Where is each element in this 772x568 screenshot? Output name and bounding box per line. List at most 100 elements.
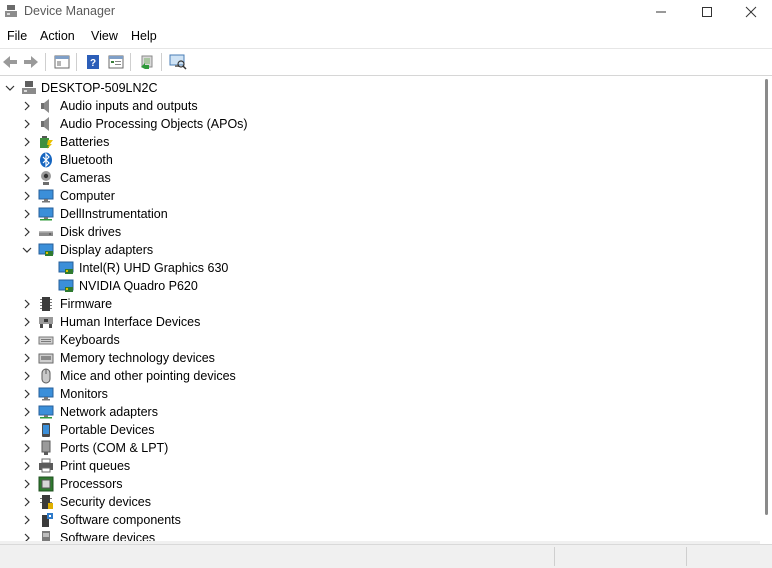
- toolbar-separator: [130, 53, 131, 71]
- chevron-right-icon[interactable]: [21, 496, 33, 508]
- tree-item-cameras[interactable]: Cameras: [0, 169, 760, 187]
- chevron-right-icon[interactable]: [21, 460, 33, 472]
- vertical-scrollbar[interactable]: [760, 77, 772, 543]
- tree-item-memory-technology[interactable]: Memory technology devices: [0, 349, 760, 367]
- menu-action[interactable]: Action: [38, 29, 77, 43]
- chevron-right-icon[interactable]: [21, 208, 33, 220]
- properties-icon: [108, 55, 124, 69]
- menu-view[interactable]: View: [89, 29, 120, 43]
- forward-button[interactable]: [22, 53, 40, 71]
- show-hide-console-tree-icon: [54, 55, 70, 69]
- tree-item-software-devices[interactable]: Software devices: [0, 529, 760, 541]
- tree-item-network-adapters[interactable]: Network adapters: [0, 403, 760, 421]
- battery-icon: [40, 136, 53, 149]
- chevron-right-icon[interactable]: [21, 406, 33, 418]
- portable-device-icon: [42, 423, 50, 437]
- toolbar-separator: [45, 53, 46, 71]
- close-button[interactable]: [728, 0, 772, 24]
- tree-item-print-queues[interactable]: Print queues: [0, 457, 760, 475]
- monitor-icon: [38, 387, 54, 401]
- speaker-icon: [41, 117, 49, 131]
- tree-item-software-components[interactable]: Software components: [0, 511, 760, 529]
- scan-hardware-button[interactable]: [169, 53, 187, 71]
- tree-item-batteries[interactable]: Batteries: [0, 133, 760, 151]
- computer-icon: [38, 189, 54, 203]
- maximize-button[interactable]: [684, 0, 730, 24]
- chevron-down-icon[interactable]: [4, 82, 16, 94]
- chevron-right-icon[interactable]: [21, 136, 33, 148]
- chevron-right-icon[interactable]: [21, 334, 33, 346]
- chevron-right-icon[interactable]: [21, 154, 33, 166]
- forward-arrow-icon: [24, 56, 38, 68]
- chevron-right-icon[interactable]: [21, 172, 33, 184]
- tree-item-hid[interactable]: Human Interface Devices: [0, 313, 760, 331]
- chevron-right-icon[interactable]: [21, 442, 33, 454]
- tree-child-nvidia-quadro[interactable]: NVIDIA Quadro P620: [0, 277, 760, 295]
- chevron-right-icon[interactable]: [21, 226, 33, 238]
- device-tree: DESKTOP-509LN2C Audio inputs and outputs…: [0, 77, 760, 541]
- display-adapter-icon: [38, 243, 54, 256]
- scrollbar-thumb[interactable]: [765, 79, 768, 515]
- tree-item-disk-drives[interactable]: Disk drives: [0, 223, 760, 241]
- tree-item-label: DellInstrumentation: [60, 207, 168, 221]
- tree-item-computer[interactable]: Computer: [0, 187, 760, 205]
- chevron-right-icon[interactable]: [21, 352, 33, 364]
- show-hide-console-tree-button[interactable]: [53, 53, 71, 71]
- menu-file[interactable]: File: [5, 29, 29, 43]
- chevron-right-icon[interactable]: [21, 118, 33, 130]
- help-button[interactable]: ?: [84, 53, 102, 71]
- tree-item-label: Software components: [60, 513, 181, 527]
- software-component-icon: [42, 513, 53, 527]
- tree-item-security-devices[interactable]: Security devices: [0, 493, 760, 511]
- tree-item-audio-processing[interactable]: Audio Processing Objects (APOs): [0, 115, 760, 133]
- chevron-right-icon[interactable]: [21, 532, 33, 541]
- tree-item-label: Memory technology devices: [60, 351, 215, 365]
- minimize-button[interactable]: [638, 0, 684, 24]
- software-device-icon: [42, 531, 50, 541]
- tree-item-label: Ports (COM & LPT): [60, 441, 169, 455]
- update-driver-icon: [141, 55, 153, 69]
- chevron-right-icon[interactable]: [21, 388, 33, 400]
- chevron-right-icon[interactable]: [21, 190, 33, 202]
- tree-item-processors[interactable]: Processors: [0, 475, 760, 493]
- keyboard-icon: [38, 336, 54, 345]
- tree-child-intel-graphics[interactable]: Intel(R) UHD Graphics 630: [0, 259, 760, 277]
- chevron-right-icon[interactable]: [21, 298, 33, 310]
- tree-item-label: Audio inputs and outputs: [60, 99, 198, 113]
- chevron-right-icon[interactable]: [21, 478, 33, 490]
- disk-drive-icon: [39, 231, 53, 236]
- camera-icon: [41, 171, 51, 185]
- chip-icon: [40, 297, 52, 311]
- chevron-right-icon[interactable]: [21, 370, 33, 382]
- maximize-icon: [702, 7, 712, 17]
- help-icon: ?: [87, 55, 99, 69]
- tree-item-display-adapters[interactable]: Display adapters: [0, 241, 760, 259]
- tree-item-ports[interactable]: Ports (COM & LPT): [0, 439, 760, 457]
- security-device-icon: [40, 495, 53, 509]
- chevron-right-icon[interactable]: [21, 424, 33, 436]
- chevron-right-icon[interactable]: [21, 316, 33, 328]
- tree-item-label: Monitors: [60, 387, 108, 401]
- monitor-network-icon: [38, 207, 54, 221]
- menu-bar: File Action View Help: [0, 26, 772, 46]
- tree-item-firmware[interactable]: Firmware: [0, 295, 760, 313]
- tree-root-label: DESKTOP-509LN2C: [41, 81, 158, 95]
- chevron-right-icon[interactable]: [21, 514, 33, 526]
- tree-item-bluetooth[interactable]: Bluetooth: [0, 151, 760, 169]
- chevron-down-icon[interactable]: [21, 244, 33, 256]
- tree-item-portable-devices[interactable]: Portable Devices: [0, 421, 760, 439]
- tree-item-audio-inputs[interactable]: Audio inputs and outputs: [0, 97, 760, 115]
- chevron-right-icon[interactable]: [21, 100, 33, 112]
- menu-help[interactable]: Help: [129, 29, 159, 43]
- properties-button[interactable]: [107, 53, 125, 71]
- update-driver-button[interactable]: [138, 53, 156, 71]
- tree-item-mice[interactable]: Mice and other pointing devices: [0, 367, 760, 385]
- back-button[interactable]: [1, 53, 19, 71]
- tree-item-monitors[interactable]: Monitors: [0, 385, 760, 403]
- tree-item-label: Human Interface Devices: [60, 315, 201, 329]
- tree-root[interactable]: DESKTOP-509LN2C: [0, 79, 760, 97]
- tree-child-label: Intel(R) UHD Graphics 630: [79, 261, 229, 275]
- tree-item-keyboards[interactable]: Keyboards: [0, 331, 760, 349]
- tree-item-dellinstrumentation[interactable]: DellInstrumentation: [0, 205, 760, 223]
- computer-icon: [22, 81, 36, 94]
